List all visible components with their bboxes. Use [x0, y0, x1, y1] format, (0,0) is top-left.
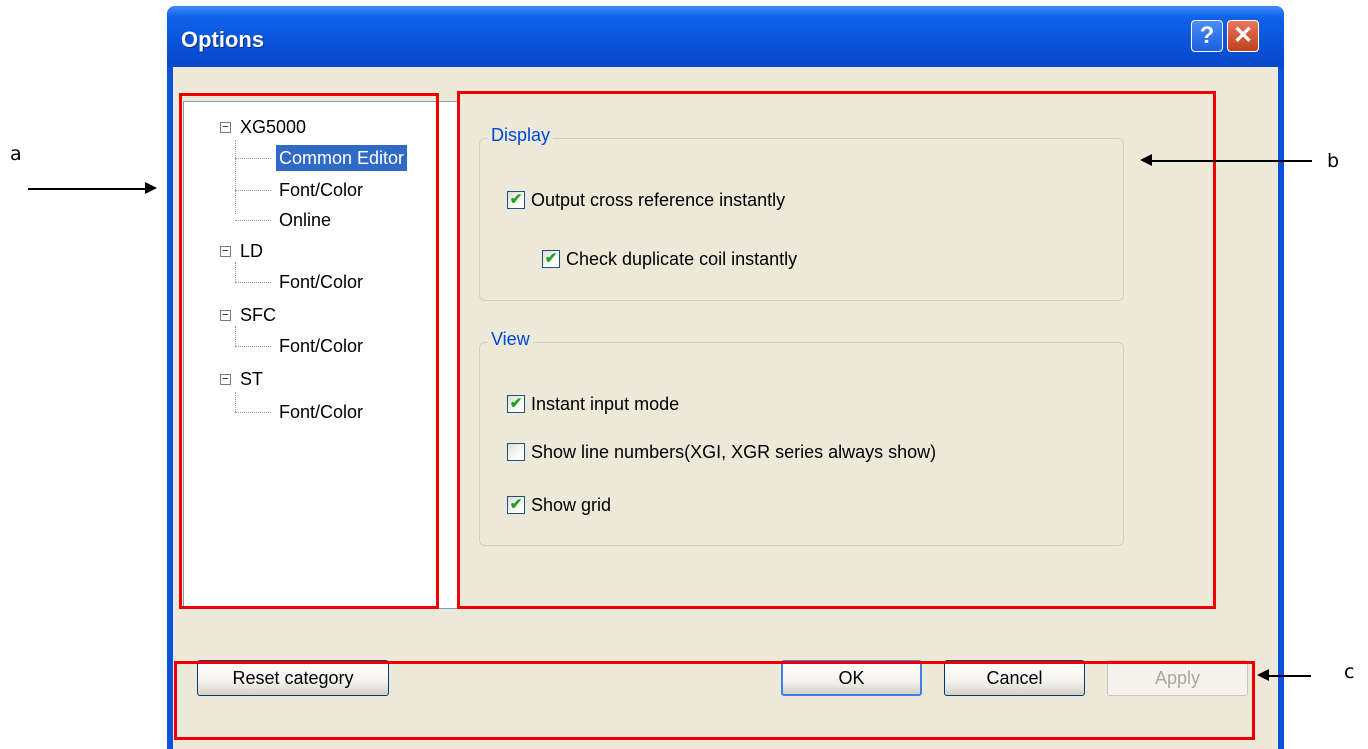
annotation-arrow-a	[28, 188, 153, 190]
annotation-label-c: c	[1344, 661, 1355, 683]
annotation-arrow-c	[1267, 675, 1311, 677]
close-icon: ✕	[1232, 22, 1254, 49]
annotation-label-a: a	[10, 143, 22, 165]
highlight-box-a	[179, 93, 439, 609]
title-bar[interactable]: Options ? ✕	[167, 6, 1284, 67]
annotation-arrowhead-a	[145, 182, 157, 194]
annotation-arrow-b	[1150, 160, 1312, 162]
help-icon: ?	[1199, 22, 1215, 49]
highlight-box-c	[174, 661, 1255, 740]
dialog-title: Options	[181, 27, 265, 52]
highlight-box-b	[457, 91, 1216, 609]
annotation-label-b: b	[1327, 150, 1340, 172]
help-button[interactable]: ?	[1191, 20, 1223, 52]
close-button[interactable]: ✕	[1227, 20, 1259, 52]
